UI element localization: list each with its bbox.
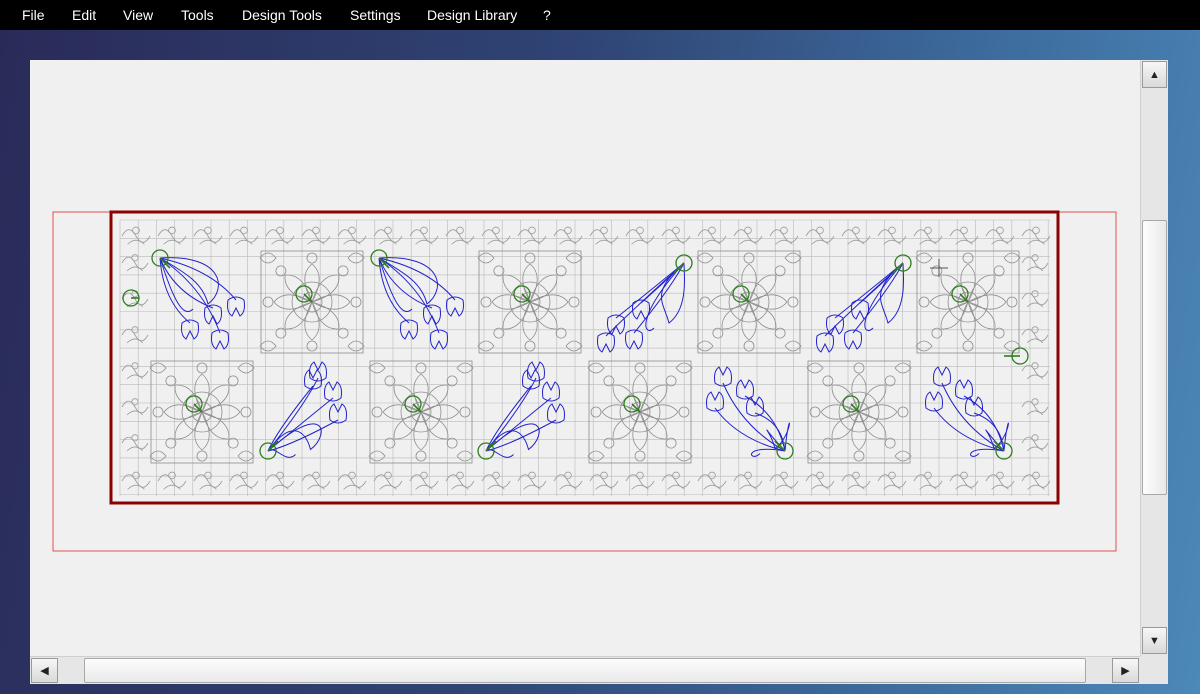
tulip-motif	[159, 257, 245, 350]
border-motif	[193, 471, 223, 490]
border-motif	[1021, 226, 1051, 245]
start-marker	[993, 440, 1013, 460]
start-marker	[259, 440, 279, 460]
border-motif	[409, 226, 439, 245]
border-motif	[625, 226, 655, 245]
border-motif	[589, 471, 619, 490]
arrow-left-icon[interactable]: ◀	[31, 658, 58, 683]
border-motif	[121, 398, 149, 416]
border-motif	[229, 471, 259, 490]
arrow-up-icon[interactable]: ▲	[1142, 61, 1167, 88]
border-motif	[193, 226, 223, 245]
border-motif	[841, 226, 871, 245]
border-motif	[1021, 254, 1049, 272]
tulip-motif	[597, 262, 686, 353]
border-motif	[337, 471, 367, 490]
crosshair-cursor-icon	[930, 259, 948, 277]
border-motif	[445, 471, 475, 490]
horizontal-scrollbar[interactable]: ◀ ▶	[30, 656, 1140, 684]
border-motif	[265, 226, 295, 245]
border-motif	[409, 471, 439, 490]
border-motif	[1021, 434, 1049, 452]
border-motif	[373, 471, 403, 490]
border-motif	[877, 471, 907, 490]
border-motif	[265, 471, 295, 490]
border-motif	[769, 226, 799, 245]
border-motif	[949, 471, 979, 490]
border-motif	[1021, 398, 1049, 416]
border-motif	[625, 471, 655, 490]
vertical-scroll-thumb[interactable]	[1142, 220, 1167, 495]
border-motif	[481, 471, 511, 490]
border-motif	[121, 434, 149, 452]
tulip-motif	[485, 361, 565, 458]
border-motif	[1021, 362, 1049, 380]
border-motif	[733, 226, 763, 245]
border-motif	[733, 471, 763, 490]
border-motif	[553, 226, 583, 245]
arrow-down-icon[interactable]: ▼	[1142, 627, 1167, 654]
start-marker	[151, 249, 171, 269]
start-marker	[774, 440, 794, 460]
border-motif	[985, 471, 1015, 490]
border-motif	[445, 226, 475, 245]
border-motif	[337, 226, 367, 245]
vertical-scrollbar[interactable]: ▲ ▼	[1140, 60, 1168, 656]
border-motif	[769, 471, 799, 490]
tulip-motif	[267, 361, 347, 458]
start-marker	[673, 254, 693, 274]
border-motif	[877, 226, 907, 245]
border-motif	[1021, 326, 1049, 344]
arrow-right-icon[interactable]: ▶	[1112, 658, 1139, 683]
start-marker	[1004, 347, 1029, 365]
quilt-design[interactable]	[0, 0, 1200, 694]
border-motif	[517, 471, 547, 490]
border-motif	[517, 226, 547, 245]
scrollbar-corner	[1140, 656, 1168, 684]
hoop-boundary	[52, 211, 1117, 552]
border-motif	[121, 362, 149, 380]
border-motif	[121, 254, 149, 272]
border-motif	[121, 326, 149, 344]
border-motif	[949, 226, 979, 245]
border-motif	[121, 226, 151, 245]
border-motif	[553, 471, 583, 490]
start-marker	[892, 254, 912, 274]
border-motif	[157, 471, 187, 490]
quilt-blocks	[121, 226, 1051, 490]
border-motif	[481, 226, 511, 245]
border-motif	[1021, 471, 1051, 490]
border-motif	[841, 471, 871, 490]
border-motif	[301, 471, 331, 490]
border-motif	[301, 226, 331, 245]
start-marker	[477, 440, 497, 460]
horizontal-scroll-thumb[interactable]	[84, 658, 1086, 683]
start-marker	[370, 249, 390, 269]
border-motif	[373, 226, 403, 245]
border-motif	[229, 226, 259, 245]
border-motif	[913, 226, 943, 245]
tulip-motif	[378, 257, 464, 350]
border-motif	[121, 471, 151, 490]
border-motif	[913, 471, 943, 490]
border-motif	[589, 226, 619, 245]
border-motif	[157, 226, 187, 245]
border-motif	[985, 226, 1015, 245]
